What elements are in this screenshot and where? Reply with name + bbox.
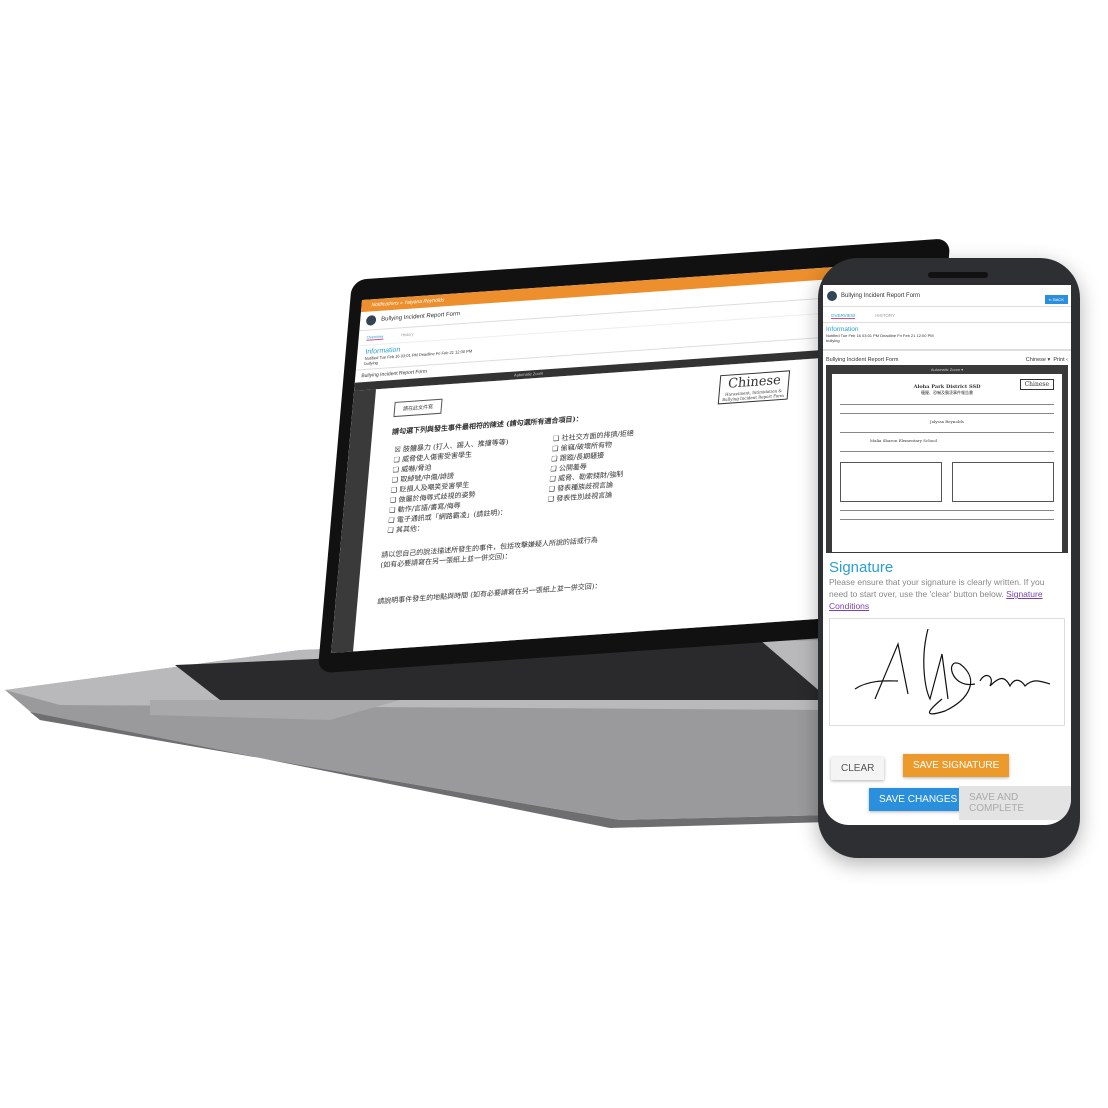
zoom-select[interactable]: Automatic Zoom [514, 371, 543, 378]
save-and-complete-button[interactable]: SAVE AND COMPLETE [959, 786, 1071, 820]
clear-button[interactable]: CLEAR [831, 757, 885, 780]
chinese-label: Chinese Harassment, Intimidation & Bullyin… [717, 370, 791, 405]
right-checklist: ❑ 社社交方面的排擠/拒絕 ❑ 偷竊/破壞所有物 ❑ 跟蹤/長期騷擾 ❑ 公開羞辱 ❑ … [547, 429, 635, 504]
left-checklist: ☒ 肢體暴力 (打人、踢人、推撞等等) ❑ 威脅使人傷害受害學生 ❑ 威嚇/脅迫 ❑ … [387, 438, 509, 535]
signature-title: Signature [829, 559, 894, 576]
tab-history[interactable]: History [401, 331, 414, 338]
signature-drawing [854, 628, 1051, 715]
tab-overview[interactable]: Overview [366, 333, 384, 341]
pdf-viewer[interactable]: Automatic Zoom ▾ Aloha Park District SSD… [826, 365, 1068, 553]
pdf-toolbar[interactable]: Automatic Zoom ▾ [832, 365, 1062, 374]
pdf-page: Aloha Park District SSD 騷擾、恐嚇及霸凌事件報告書 Ch… [832, 374, 1062, 552]
signature-section: Signature Please ensure that your signat… [823, 553, 1071, 738]
avatar [365, 315, 377, 326]
info-title: Information [826, 326, 859, 333]
doc-stamp: 請在此文件寫 [393, 398, 443, 418]
save-signature-button[interactable]: SAVE SIGNATURE [903, 754, 1010, 777]
language-select[interactable]: Chinese [1026, 357, 1046, 363]
phone-screen: Bullying Incident Report Form ⇐ BACK OVER… [823, 285, 1071, 825]
page-title: Bullying Incident Report Form [380, 311, 461, 323]
page-title: Bullying Incident Report Form [841, 292, 921, 299]
form-title: Bullying Incident Report Form [826, 357, 899, 363]
save-changes-button[interactable]: SAVE CHANGES [869, 788, 968, 811]
avatar [827, 290, 837, 301]
doc-student: Jalyssa Reynolds [930, 419, 964, 424]
signature-pad[interactable] [829, 618, 1065, 726]
info-section: Information Notified Tue Feb 16 03:01 PM… [823, 323, 1071, 351]
tab-history[interactable]: HISTORY [875, 313, 895, 319]
doc-next: 請說明事件發生的地點與時間 (如有必要請寫在另一張紙上並一併交回)： [376, 581, 602, 606]
zoom-select[interactable]: Automatic Zoom [931, 367, 960, 372]
chinese-label: Chinese [1019, 379, 1054, 390]
info-sub: bullying [826, 338, 840, 343]
print-button[interactable]: Print [1053, 357, 1064, 363]
doc-subtitle: 騷擾、恐嚇及霸凌事件報告書 [921, 390, 973, 395]
phone-speaker [928, 272, 988, 278]
tab-overview[interactable]: OVERVIEW [831, 313, 856, 319]
back-button[interactable]: ⇐ BACK [1044, 295, 1068, 304]
doc-school: Malia Sharon Elementary School [870, 438, 937, 443]
